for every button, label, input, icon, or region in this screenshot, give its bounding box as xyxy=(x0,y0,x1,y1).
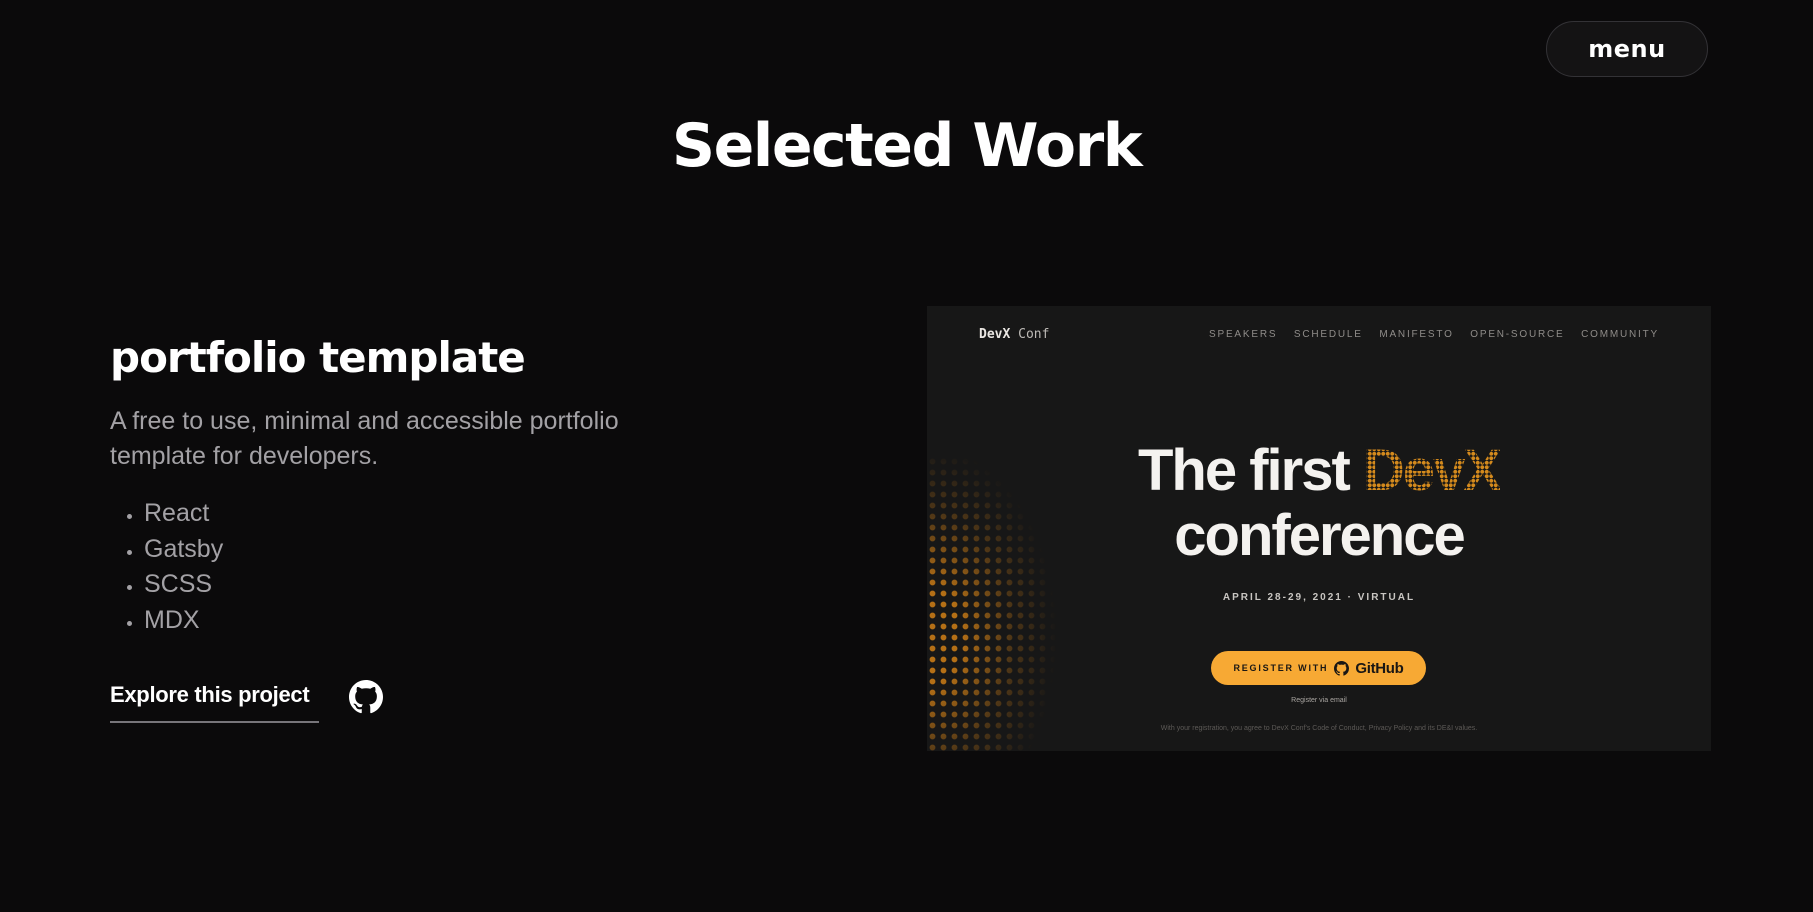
tech-stack-list: React Gatsby SCSS MDX xyxy=(110,496,223,638)
preview-register-button: REGISTER WITH GitHub xyxy=(1211,651,1426,685)
preview-nav-item: SCHEDULE xyxy=(1293,329,1363,340)
github-link[interactable] xyxy=(349,680,383,714)
page-title: Selected Work xyxy=(671,111,1143,181)
preview-event-dates: APRIL 28-29, 2021 · VIRTUAL xyxy=(1222,592,1416,603)
preview-logo: DevX Conf xyxy=(979,327,1050,342)
project-title: portfolio template xyxy=(110,333,526,382)
tech-item: Gatsby xyxy=(144,532,223,568)
preview-hero-heading: The first DevX conference xyxy=(1137,438,1502,568)
github-icon xyxy=(349,680,383,714)
preview-nav-item: COMMUNITY xyxy=(1581,329,1659,340)
preview-legal-text: With your registration, you agree to Dev… xyxy=(1160,725,1478,732)
tech-item: SCSS xyxy=(144,567,223,603)
menu-button[interactable]: menu xyxy=(1546,21,1708,77)
page: menu Selected Work portfolio template A … xyxy=(0,0,1813,912)
preview-email-link: Register via email xyxy=(1291,697,1347,704)
preview-hero-accent: DevX xyxy=(1362,438,1502,503)
tech-item: React xyxy=(144,496,223,532)
preview-nav-item: OPEN-SOURCE xyxy=(1470,329,1565,340)
project-description: A free to use, minimal and accessible po… xyxy=(110,407,619,470)
tech-item: MDX xyxy=(144,603,223,639)
preview-nav-item: MANIFESTO xyxy=(1379,329,1454,340)
preview-nav: SPEAKERS SCHEDULE MANIFESTO OPEN-SOURCE … xyxy=(1209,329,1659,340)
project-preview-image[interactable]: DevX Conf SPEAKERS SCHEDULE MANIFESTO OP… xyxy=(927,306,1711,751)
explore-project-link[interactable]: Explore this project xyxy=(110,679,319,723)
github-icon xyxy=(1334,660,1350,676)
preview-nav-item: SPEAKERS xyxy=(1209,329,1278,340)
